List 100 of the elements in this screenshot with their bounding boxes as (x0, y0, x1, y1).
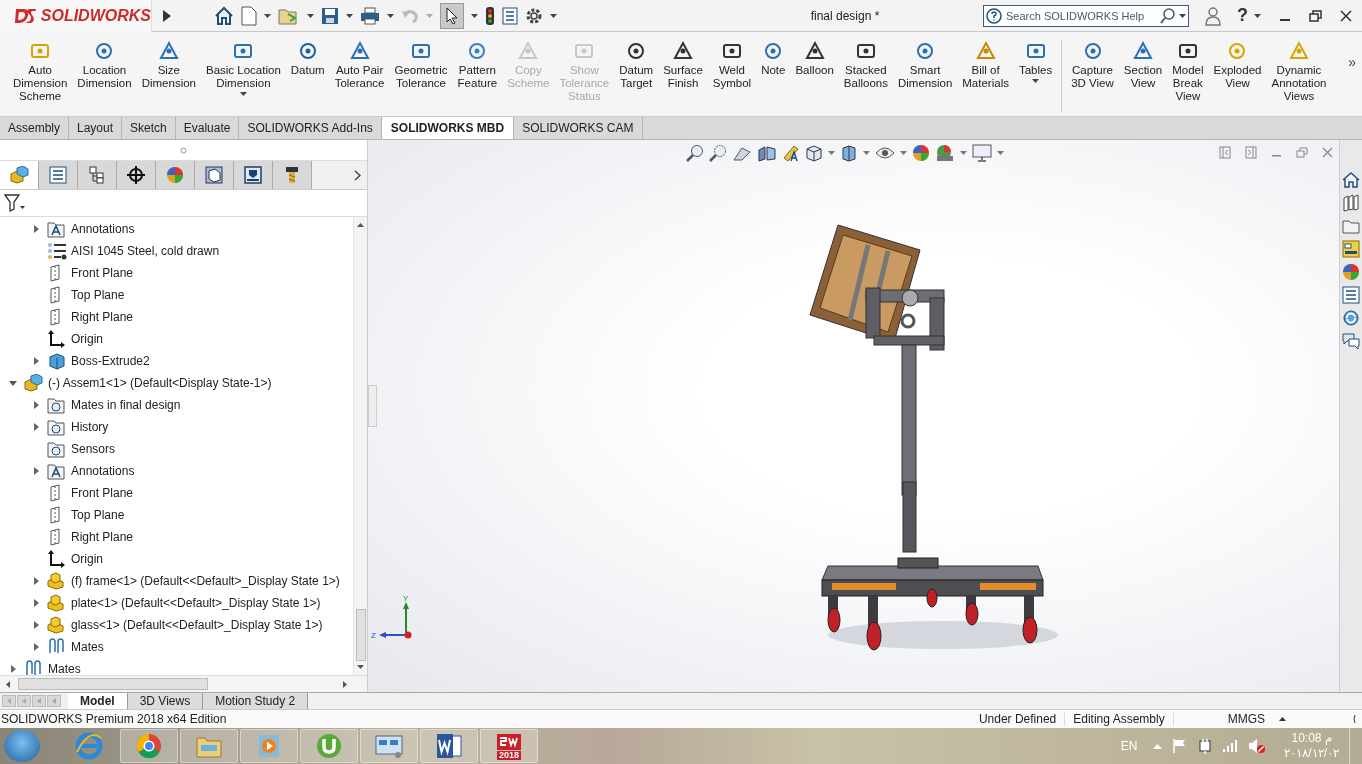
chrome-icon[interactable] (135, 732, 163, 760)
ribbon-command[interactable]: Bill of Materials (957, 40, 1014, 90)
tree-item[interactable]: Annotations (71, 464, 135, 478)
home-icon[interactable] (214, 5, 234, 26)
command-tab[interactable]: Assembly (0, 117, 69, 139)
ribbon-command[interactable]: Smart Dimension (892, 40, 958, 90)
more-commands-button[interactable]: » (1348, 40, 1356, 70)
scroll-down-icon[interactable] (357, 665, 364, 669)
manager-tab[interactable] (117, 161, 156, 189)
caret-up-icon[interactable] (1279, 717, 1286, 721)
tree-item[interactable]: Boss-Extrude2 (71, 354, 150, 368)
tree-item[interactable]: (f) frame<1> (Default<<Default>_Display State 1>) (71, 574, 340, 588)
ribbon-command[interactable]: Weld Symbol (707, 40, 757, 90)
tree-item[interactable]: Origin (71, 552, 103, 566)
tree-item[interactable]: Top Plane (71, 508, 125, 522)
ribbon-command[interactable]: Datum Target (614, 40, 659, 90)
home-icon[interactable] (1342, 171, 1360, 189)
caret-icon[interactable] (264, 13, 271, 18)
cube-icon[interactable] (805, 144, 823, 162)
tree-item[interactable]: Front Plane (71, 486, 134, 500)
caret-icon[interactable] (1032, 79, 1040, 83)
traffic-light-icon[interactable] (485, 5, 495, 26)
ribbon-command[interactable]: Size Dimension (136, 40, 201, 90)
monitor-icon[interactable] (972, 144, 992, 162)
caret-icon[interactable] (960, 151, 967, 155)
ribbon-command[interactable]: Exploded View (1208, 40, 1267, 90)
caret-icon[interactable] (550, 13, 557, 18)
tree-item[interactable]: Top Plane (71, 288, 125, 302)
expand-arrow-icon[interactable] (32, 423, 40, 431)
muted-speaker-icon[interactable] (1248, 738, 1267, 754)
ribbon-command[interactable]: Location Dimension (72, 40, 137, 90)
graphics-area[interactable]: Y Z (368, 140, 1339, 692)
ribbon-command[interactable]: Section View (1118, 40, 1168, 90)
caret-icon[interactable] (1179, 13, 1186, 18)
caret-icon[interactable] (900, 151, 907, 155)
manager-tab[interactable] (234, 161, 273, 189)
expand-arrow-icon[interactable] (32, 621, 40, 629)
display-style-icon[interactable] (840, 144, 858, 162)
expand-arrow-icon[interactable] (32, 401, 40, 409)
ribbon-command[interactable]: Tables (1013, 40, 1058, 83)
file-properties-icon[interactable] (502, 6, 518, 25)
tree-item[interactable]: AISI 1045 Steel, cold drawn (71, 244, 220, 258)
command-tab[interactable]: SOLIDWORKS CAM (514, 117, 643, 139)
tree-item[interactable]: glass<1> (Default<<Default>_Display State 1>) (71, 618, 323, 632)
caret-icon[interactable] (471, 13, 478, 18)
appearance-icon[interactable] (912, 144, 930, 162)
start-button[interactable] (4, 730, 40, 762)
chat-icon[interactable] (1342, 332, 1360, 350)
scroll-thumb[interactable] (355, 609, 366, 661)
zoom-area-icon[interactable] (709, 144, 727, 162)
expand-arrow-icon[interactable] (32, 225, 40, 233)
ribbon-command[interactable]: Note (756, 40, 791, 77)
ribbon-command[interactable]: Geometric Tolerance (389, 40, 453, 90)
filter-icon[interactable] (4, 194, 26, 212)
scroll-thumb[interactable] (18, 678, 208, 690)
expand-arrow-icon[interactable] (32, 643, 40, 651)
search-icon[interactable] (1160, 7, 1176, 24)
ribbon-command[interactable]: Datum (285, 40, 330, 77)
command-tab[interactable]: Evaluate (175, 117, 240, 139)
ribbon-command[interactable]: Pattern Feature (452, 40, 503, 90)
grip-icon[interactable] (180, 146, 187, 154)
torrent-icon[interactable] (315, 732, 343, 760)
panel-handle[interactable] (368, 385, 377, 427)
caret-icon[interactable] (307, 13, 314, 18)
new-document-icon[interactable] (241, 5, 257, 26)
open-folder-icon[interactable] (278, 6, 300, 25)
tree-item[interactable]: Right Plane (71, 530, 134, 544)
ribbon-command[interactable]: Stacked Balloons (838, 40, 893, 90)
expand-arrow-icon[interactable] (32, 599, 40, 607)
expand-arrow-icon[interactable] (9, 665, 17, 673)
expand-arrow-icon[interactable] (162, 8, 172, 23)
caret-icon[interactable] (863, 151, 870, 155)
search-field[interactable]: Search SOLIDWORKS Help (983, 4, 1189, 27)
chevron-right-icon[interactable] (354, 169, 361, 181)
power-plug-icon[interactable] (1198, 738, 1213, 754)
tree-item[interactable]: Right Plane (71, 310, 134, 324)
scene-icon[interactable] (935, 144, 955, 162)
select-button[interactable] (440, 2, 464, 29)
tree-item[interactable]: Mates in final design (71, 398, 181, 412)
appearance-icon[interactable] (1342, 263, 1360, 281)
network-window-icon[interactable] (374, 733, 404, 759)
tree-item[interactable]: (-) Assem1<1> (Default<Display State-1>) (48, 376, 272, 390)
tree-item[interactable]: Mates (71, 640, 104, 654)
manager-tab[interactable] (78, 161, 117, 189)
scroll-up-icon[interactable] (357, 223, 364, 227)
restore-icon[interactable] (1309, 9, 1322, 22)
bracket-icon[interactable] (1352, 714, 1356, 724)
ribbon-command[interactable]: Auto Dimension Scheme (8, 40, 73, 103)
tree-item[interactable]: Annotations (71, 222, 135, 236)
caret-icon[interactable] (346, 13, 353, 18)
tree-item[interactable]: Front Plane (71, 266, 134, 280)
help-button[interactable]: ? (1237, 5, 1248, 26)
view-tab[interactable]: 3D Views (127, 693, 204, 709)
collapse-arrow-icon[interactable] (9, 379, 17, 387)
ribbon-command[interactable]: Basic Location Dimension (201, 40, 286, 96)
expand-arrow-icon[interactable] (32, 467, 40, 475)
tree-item[interactable]: History (71, 420, 109, 434)
section-view-icon[interactable] (757, 144, 777, 162)
solidworks-taskbar-button[interactable]: 2018 (480, 729, 538, 763)
close-icon[interactable] (1340, 9, 1352, 22)
